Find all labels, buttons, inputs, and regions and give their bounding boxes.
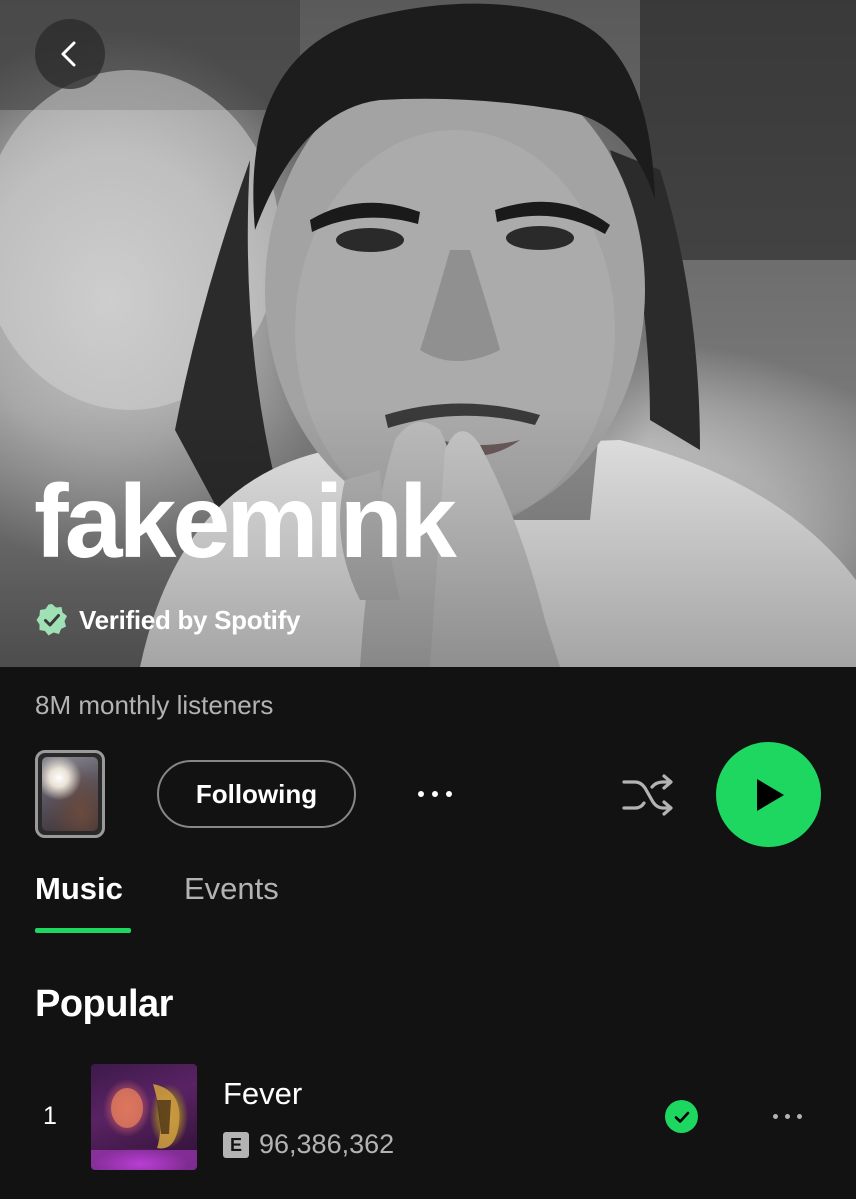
shuffle-button[interactable] [620, 770, 676, 820]
dot-icon [772, 1113, 778, 1119]
track-row[interactable]: 1 Fever E 96,386,362 [0, 1060, 856, 1175]
play-icon [756, 778, 784, 811]
more-options-button[interactable] [410, 778, 460, 810]
artist-hero-image: fakemink Verified by Spotify [0, 0, 856, 667]
dot-icon [446, 791, 452, 797]
popular-section-title: Popular [35, 983, 173, 1025]
play-button[interactable] [716, 742, 821, 847]
dot-icon [796, 1113, 802, 1119]
verified-label: Verified by Spotify [79, 604, 301, 635]
explicit-badge: E [223, 1132, 249, 1158]
track-play-count: 96,386,362 [259, 1129, 395, 1159]
track-title: Fever [223, 1076, 303, 1111]
dot-icon [784, 1113, 790, 1119]
shuffle-icon [622, 774, 673, 816]
dot-icon [418, 791, 424, 797]
following-button[interactable]: Following [157, 760, 356, 828]
track-rank: 1 [43, 1102, 57, 1130]
tab-events[interactable]: Events [184, 870, 279, 907]
artist-pick-thumbnail[interactable] [35, 750, 105, 838]
track-cover-art [91, 1064, 197, 1170]
dot-icon [432, 791, 438, 797]
cover-art-illustration [91, 1084, 197, 1170]
thumbnail-image [42, 757, 98, 831]
verified-check-icon [36, 604, 67, 636]
track-more-options-button[interactable] [762, 1106, 812, 1126]
verified-badge: Verified by Spotify [35, 603, 300, 637]
back-button[interactable] [35, 19, 105, 89]
tab-music[interactable]: Music [35, 870, 123, 907]
chevron-left-icon [61, 41, 76, 67]
artist-actions-bar: Following [0, 742, 856, 847]
monthly-listeners: 8M monthly listeners [35, 690, 274, 720]
saved-check-icon[interactable] [665, 1100, 698, 1133]
active-tab-indicator [35, 928, 131, 933]
content-tabs: Music Events [0, 870, 856, 936]
check-icon [674, 1111, 689, 1123]
artist-name: fakemink [34, 464, 457, 580]
